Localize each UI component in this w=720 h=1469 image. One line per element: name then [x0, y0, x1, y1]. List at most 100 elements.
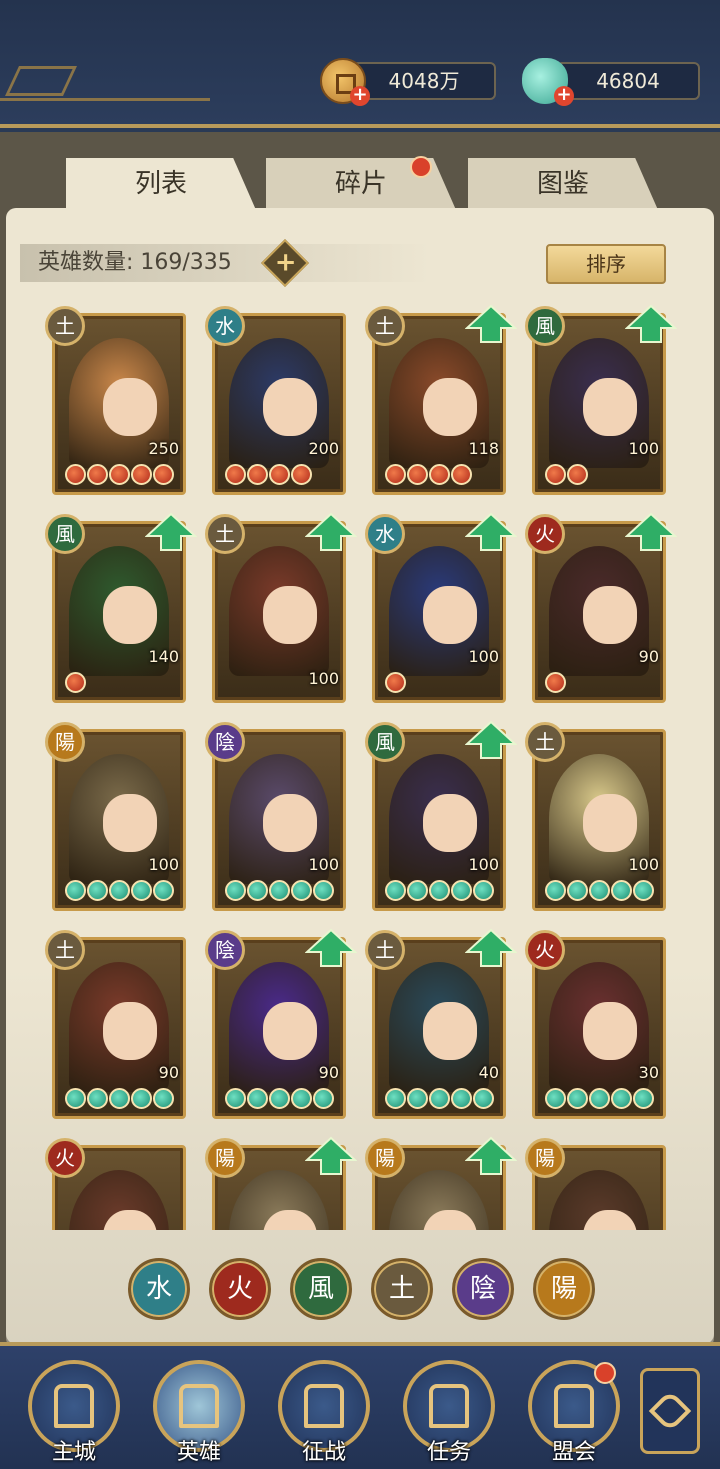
jade-star-orb-icon	[429, 880, 450, 901]
filter-earth-button[interactable]: 土	[371, 1258, 433, 1320]
upgrade-arrow-icon	[464, 1136, 518, 1176]
hero-card[interactable]: 陽	[525, 1138, 666, 1230]
red-star-orb-icon	[545, 672, 566, 693]
hero-portrait	[229, 1170, 329, 1230]
flower-menu-icon	[648, 1389, 692, 1433]
hero-star-rating	[225, 1088, 334, 1110]
red-star-orb-icon	[291, 464, 312, 485]
upgrade-arrow-icon	[464, 512, 518, 552]
jade-star-orb-icon	[65, 1088, 86, 1109]
fire-element-icon: 火	[525, 930, 565, 970]
hero-card[interactable]: 火 90	[525, 512, 678, 703]
fire-element-icon: 火	[525, 514, 565, 554]
hero-face	[103, 586, 157, 644]
hero-level: 100	[628, 855, 659, 874]
hero-portrait	[229, 546, 329, 676]
jade-star-orb-icon	[473, 880, 494, 901]
hero-card[interactable]: 水 100	[365, 512, 518, 703]
hero-card[interactable]: 土 250	[45, 306, 186, 495]
red-star-orb-icon	[109, 464, 130, 485]
filter-yin-button[interactable]: 陰	[452, 1258, 514, 1320]
upgrade-arrow-icon	[304, 928, 358, 968]
hero-card[interactable]: 陽	[205, 1136, 358, 1230]
hero-face	[583, 586, 637, 644]
hero-card[interactable]: 土 100	[205, 512, 358, 703]
hero-card[interactable]: 風 100	[525, 305, 678, 495]
red-star-orb-icon	[545, 464, 566, 485]
hero-card[interactable]: 風 140	[45, 512, 198, 703]
filter-yang-button[interactable]: 陽	[533, 1258, 595, 1320]
hero-face	[423, 378, 477, 436]
hero-card[interactable]: 土 100	[525, 722, 666, 911]
upgrade-arrow-icon	[464, 305, 518, 344]
hero-star-rating	[65, 880, 174, 902]
red-star-orb-icon	[131, 464, 152, 485]
jade-star-orb-icon	[131, 880, 152, 901]
hero-card[interactable]: 土 40	[365, 928, 518, 1119]
hero-card[interactable]: 火	[45, 1138, 186, 1230]
add-jade-button[interactable]: +	[554, 86, 574, 106]
tab-compendium[interactable]: 图鉴	[468, 158, 658, 210]
tab-list[interactable]: 列表	[66, 158, 256, 210]
jade-star-orb-icon	[313, 1088, 334, 1109]
yin-element-icon: 陰	[205, 930, 245, 970]
nav-item-0[interactable]: 主城	[24, 1360, 124, 1469]
jade-balance: 46804	[556, 62, 700, 100]
jade-star-orb-icon	[65, 880, 86, 901]
hero-count-label: 英雄数量: 169/335	[38, 250, 232, 275]
more-menu-button[interactable]	[640, 1368, 700, 1454]
jade-star-orb-icon	[633, 880, 654, 901]
coin-amount: 4048万	[388, 69, 460, 93]
hero-level: 118	[468, 439, 499, 458]
filter-wind-button[interactable]: 風	[290, 1258, 352, 1320]
hero-card[interactable]: 陰 100	[205, 722, 346, 911]
hero-card[interactable]: 土 90	[45, 930, 186, 1119]
hero-star-rating	[545, 672, 566, 694]
hero-star-rating	[225, 880, 334, 902]
jade-star-orb-icon	[567, 1088, 588, 1109]
red-star-orb-icon	[429, 464, 450, 485]
hero-card[interactable]: 陽 100	[45, 722, 186, 911]
plus-icon: +	[274, 247, 297, 278]
red-star-orb-icon	[407, 464, 428, 485]
filter-water-button[interactable]: 水	[128, 1258, 190, 1320]
filter-fire-button[interactable]: 火	[209, 1258, 271, 1320]
hero-star-rating	[545, 464, 588, 486]
hero-face	[583, 378, 637, 436]
hero-card[interactable]: 水 200	[205, 306, 346, 495]
nav-item-4[interactable]: 盟会	[524, 1360, 624, 1469]
hero-count-banner: 英雄数量: 169/335	[20, 244, 430, 282]
hero-star-rating	[65, 464, 174, 486]
red-star-orb-icon	[65, 672, 86, 693]
hero-grid: 土 250 水 200 土 118 風 100 風 140 土 100 水 100 火 90 陽 100 陰 100 風…	[40, 305, 680, 1230]
hero-portrait	[549, 1170, 649, 1230]
sort-button[interactable]: 排序	[546, 244, 666, 284]
hero-card[interactable]: 火 30	[525, 930, 666, 1119]
hero-star-rating	[65, 672, 86, 694]
hero-level: 90	[638, 647, 659, 666]
red-star-orb-icon	[225, 464, 246, 485]
nav-item-1[interactable]: 英雄	[149, 1360, 249, 1469]
yang-element-icon: 陽	[525, 1138, 565, 1178]
hero-card[interactable]: 陰 90	[205, 928, 358, 1119]
upgrade-arrow-icon	[144, 512, 198, 552]
nav-label: 征战	[301, 1440, 346, 1465]
jade-star-orb-icon	[109, 1088, 130, 1109]
hero-card[interactable]: 風 100	[365, 720, 518, 911]
hero-card[interactable]: 土 118	[365, 305, 518, 495]
earth-element-icon: 土	[365, 930, 405, 970]
jade-star-orb-icon	[385, 880, 406, 901]
nav-item-3[interactable]: 任务	[399, 1360, 499, 1469]
jade-star-orb-icon	[225, 880, 246, 901]
jade-star-orb-icon	[407, 1088, 428, 1109]
hero-card[interactable]: 陽	[365, 1136, 518, 1230]
hero-star-rating	[65, 1088, 174, 1110]
jade-star-orb-icon	[451, 880, 472, 901]
add-coins-button[interactable]: +	[350, 86, 370, 106]
nav-item-2[interactable]: 征战	[274, 1360, 374, 1469]
red-star-orb-icon	[385, 672, 406, 693]
upgrade-arrow-icon	[624, 305, 678, 344]
hero-level: 90	[318, 1063, 339, 1082]
hero-face	[423, 794, 477, 852]
hero-level: 100	[628, 439, 659, 458]
